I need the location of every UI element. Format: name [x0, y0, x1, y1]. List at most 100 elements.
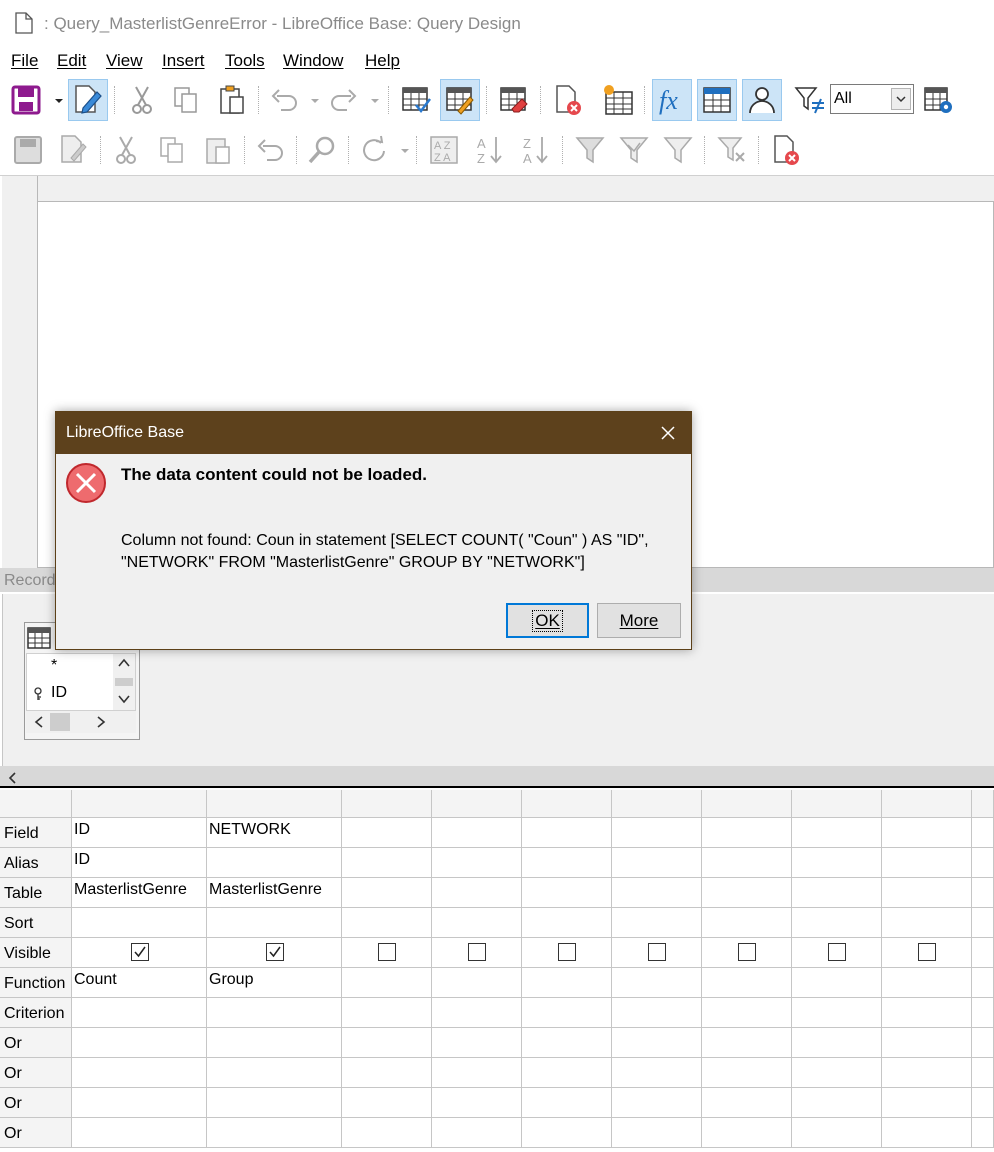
grid-cell[interactable]: [432, 878, 522, 908]
grid-column-header[interactable]: [792, 790, 882, 818]
grid-cell[interactable]: [432, 1088, 522, 1118]
ok-button[interactable]: OK: [506, 603, 589, 638]
grid-cell[interactable]: [702, 1118, 792, 1148]
grid-cell[interactable]: [612, 968, 702, 998]
more-button[interactable]: More: [597, 603, 681, 638]
grid-cell[interactable]: [522, 938, 612, 968]
grid-cell[interactable]: [702, 998, 792, 1028]
grid-cell[interactable]: [972, 938, 994, 968]
undo-dropdown-icon[interactable]: [310, 96, 320, 106]
grid-cell[interactable]: [882, 1088, 972, 1118]
grid-cell[interactable]: [612, 848, 702, 878]
grid-cell[interactable]: [432, 998, 522, 1028]
grid-cell[interactable]: [207, 1028, 342, 1058]
grid-cell[interactable]: [207, 908, 342, 938]
grid-cell[interactable]: [522, 1088, 612, 1118]
grid-cell[interactable]: [972, 848, 994, 878]
grid-cell[interactable]: [702, 818, 792, 848]
paste-data-button[interactable]: [198, 129, 238, 171]
grid-cell[interactable]: [522, 818, 612, 848]
grid-cell[interactable]: [702, 848, 792, 878]
grid-cell[interactable]: [792, 878, 882, 908]
grid-cell[interactable]: [72, 1088, 207, 1118]
menu-insert[interactable]: Insert: [162, 51, 205, 71]
grid-column-header[interactable]: [882, 790, 972, 818]
grid-cell[interactable]: [882, 1028, 972, 1058]
grid-cell[interactable]: [207, 1118, 342, 1148]
cut-data-button[interactable]: [106, 129, 146, 171]
grid-cell[interactable]: NETWORK: [207, 818, 342, 848]
reset-filter-button[interactable]: [712, 129, 752, 171]
grid-cell[interactable]: [72, 998, 207, 1028]
grid-cell[interactable]: [72, 938, 207, 968]
grid-cell[interactable]: [207, 1058, 342, 1088]
grid-cell[interactable]: [972, 1118, 994, 1148]
grid-cell[interactable]: [522, 878, 612, 908]
grid-cell[interactable]: [522, 998, 612, 1028]
grid-cell[interactable]: [792, 938, 882, 968]
grid-cell[interactable]: [432, 848, 522, 878]
grid-cell[interactable]: [612, 1058, 702, 1088]
grid-cell[interactable]: [792, 908, 882, 938]
menu-window[interactable]: Window: [283, 51, 343, 71]
grid-cell[interactable]: [522, 848, 612, 878]
grid-cell[interactable]: [342, 1028, 432, 1058]
grid-cell[interactable]: [702, 1028, 792, 1058]
grid-cell[interactable]: [432, 818, 522, 848]
find-record-button[interactable]: [302, 129, 342, 171]
copy-button[interactable]: [166, 79, 206, 121]
redo-button[interactable]: [324, 79, 364, 121]
grid-cell[interactable]: [882, 998, 972, 1028]
field-list-hscroll[interactable]: [26, 711, 136, 733]
visible-checkbox[interactable]: [266, 943, 284, 961]
grid-cell[interactable]: [522, 1058, 612, 1088]
refresh-button[interactable]: [354, 129, 394, 171]
save-record-button[interactable]: [8, 129, 48, 171]
sort-button[interactable]: A Z Z A: [424, 129, 464, 171]
grid-cell[interactable]: [702, 938, 792, 968]
grid-cell[interactable]: [792, 968, 882, 998]
grid-column-header[interactable]: [432, 790, 522, 818]
grid-cell[interactable]: [72, 1058, 207, 1088]
grid-cell[interactable]: MasterlistGenre: [207, 878, 342, 908]
visible-checkbox[interactable]: [648, 943, 666, 961]
visible-checkbox[interactable]: [738, 943, 756, 961]
grid-column-header[interactable]: [702, 790, 792, 818]
grid-cell[interactable]: [522, 1118, 612, 1148]
grid-cell[interactable]: [612, 1088, 702, 1118]
menu-help[interactable]: Help: [365, 51, 400, 71]
grid-cell[interactable]: [882, 968, 972, 998]
grid-column-header[interactable]: [207, 790, 342, 818]
grid-cell[interactable]: [432, 1058, 522, 1088]
grid-cell[interactable]: [342, 938, 432, 968]
grid-cell[interactable]: MasterlistGenre: [72, 878, 207, 908]
grid-cell[interactable]: [432, 938, 522, 968]
chevron-down-icon[interactable]: [891, 88, 911, 110]
grid-cell[interactable]: [882, 908, 972, 938]
grid-cell[interactable]: ID: [72, 818, 207, 848]
grid-cell[interactable]: [882, 938, 972, 968]
copy-data-button[interactable]: [152, 129, 192, 171]
grid-cell[interactable]: [342, 1058, 432, 1088]
apply-filter-button[interactable]: [614, 129, 654, 171]
visible-checkbox[interactable]: [378, 943, 396, 961]
grid-cell[interactable]: [72, 1028, 207, 1058]
grid-cell[interactable]: [702, 1058, 792, 1088]
grid-cell[interactable]: [792, 1118, 882, 1148]
grid-cell[interactable]: [342, 998, 432, 1028]
grid-cell[interactable]: [342, 878, 432, 908]
grid-cell[interactable]: [882, 848, 972, 878]
chevron-left-icon[interactable]: [34, 716, 44, 728]
grid-cell[interactable]: [207, 998, 342, 1028]
design-view-button[interactable]: [440, 79, 480, 121]
visible-checkbox[interactable]: [918, 943, 936, 961]
grid-cell[interactable]: [342, 818, 432, 848]
grid-cell[interactable]: [432, 968, 522, 998]
grid-cell[interactable]: [702, 1088, 792, 1118]
run-query-button[interactable]: [396, 79, 436, 121]
visible-checkbox[interactable]: [468, 943, 486, 961]
sort-descending-button[interactable]: Z A: [516, 129, 556, 171]
grid-cell[interactable]: [792, 1058, 882, 1088]
grid-cell[interactable]: [882, 1118, 972, 1148]
grid-column-header[interactable]: [522, 790, 612, 818]
